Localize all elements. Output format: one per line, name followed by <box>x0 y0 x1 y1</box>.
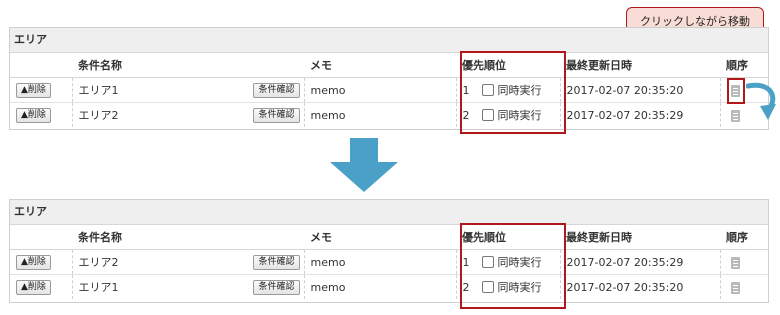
priority-highlight-box <box>460 51 566 134</box>
table-row: ▲削除 エリア1 条件確認 memo 2 同時実行 2017-02-07 20:35… <box>10 274 768 299</box>
table-header-row: 条件名称 メモ 優先順位 最終更新日時 順序 <box>10 53 768 78</box>
memo-text: memo <box>310 255 346 269</box>
header-name: 条件名称 <box>72 225 304 250</box>
delete-button[interactable]: ▲削除 <box>16 255 51 270</box>
area-panel-after: エリア 条件名称 メモ 優先順位 最終更新日時 順序 ▲削除 エリア2 条件確認 … <box>9 199 769 303</box>
memo-text: memo <box>310 280 346 294</box>
updated-datetime: 2017-02-07 20:35:29 <box>566 255 684 269</box>
delete-button[interactable]: ▲削除 <box>16 108 51 123</box>
condition-name: エリア1 <box>78 281 119 294</box>
panel-title: エリア <box>10 200 768 225</box>
delete-button[interactable]: ▲削除 <box>16 83 51 98</box>
table-row: ▲削除 エリア1 条件確認 memo 1 同時実行 2017-02-07 20:35… <box>10 77 768 103</box>
table-row: ▲削除 エリア2 条件確認 memo 2 同時実行 2017-02-07 20:35… <box>10 102 768 127</box>
header-order: 順序 <box>720 225 768 250</box>
priority-highlight-box <box>460 223 566 309</box>
confirm-condition-button[interactable]: 条件確認 <box>253 280 300 295</box>
drag-handle-highlight-box <box>727 78 745 104</box>
area-panel-before: エリア 条件名称 メモ 優先順位 最終更新日時 順序 ▲削除 エリア1 条件確認 … <box>9 27 769 130</box>
document-icon[interactable] <box>730 281 740 294</box>
updated-datetime: 2017-02-07 20:35:20 <box>566 83 684 97</box>
header-updated: 最終更新日時 <box>560 225 720 250</box>
header-updated: 最終更新日時 <box>560 53 720 78</box>
down-arrow-icon <box>330 138 398 192</box>
condition-name: エリア1 <box>78 84 119 97</box>
updated-datetime: 2017-02-07 20:35:29 <box>566 108 684 122</box>
header-memo: メモ <box>304 225 456 250</box>
header-order: 順序 <box>720 53 768 78</box>
confirm-condition-button[interactable]: 条件確認 <box>253 108 300 123</box>
confirm-condition-button[interactable]: 条件確認 <box>253 83 300 98</box>
conditions-table: 条件名称 メモ 優先順位 最終更新日時 順序 ▲削除 エリア2 条件確認 memo… <box>10 225 768 299</box>
memo-text: memo <box>310 83 346 97</box>
condition-name: エリア2 <box>78 256 119 269</box>
updated-datetime: 2017-02-07 20:35:20 <box>566 280 684 294</box>
curved-arrow-icon <box>746 82 776 120</box>
document-icon[interactable] <box>730 256 740 269</box>
conditions-table: 条件名称 メモ 優先順位 最終更新日時 順序 ▲削除 エリア1 条件確認 memo… <box>10 53 768 127</box>
header-name: 条件名称 <box>72 53 304 78</box>
table-header-row: 条件名称 メモ 優先順位 最終更新日時 順序 <box>10 225 768 250</box>
delete-button[interactable]: ▲削除 <box>16 280 51 295</box>
condition-name: エリア2 <box>78 109 119 122</box>
table-row: ▲削除 エリア2 条件確認 memo 1 同時実行 2017-02-07 20:35… <box>10 249 768 275</box>
document-icon[interactable] <box>730 109 740 122</box>
memo-text: memo <box>310 108 346 122</box>
confirm-condition-button[interactable]: 条件確認 <box>253 255 300 270</box>
header-memo: メモ <box>304 53 456 78</box>
panel-title: エリア <box>10 28 768 53</box>
